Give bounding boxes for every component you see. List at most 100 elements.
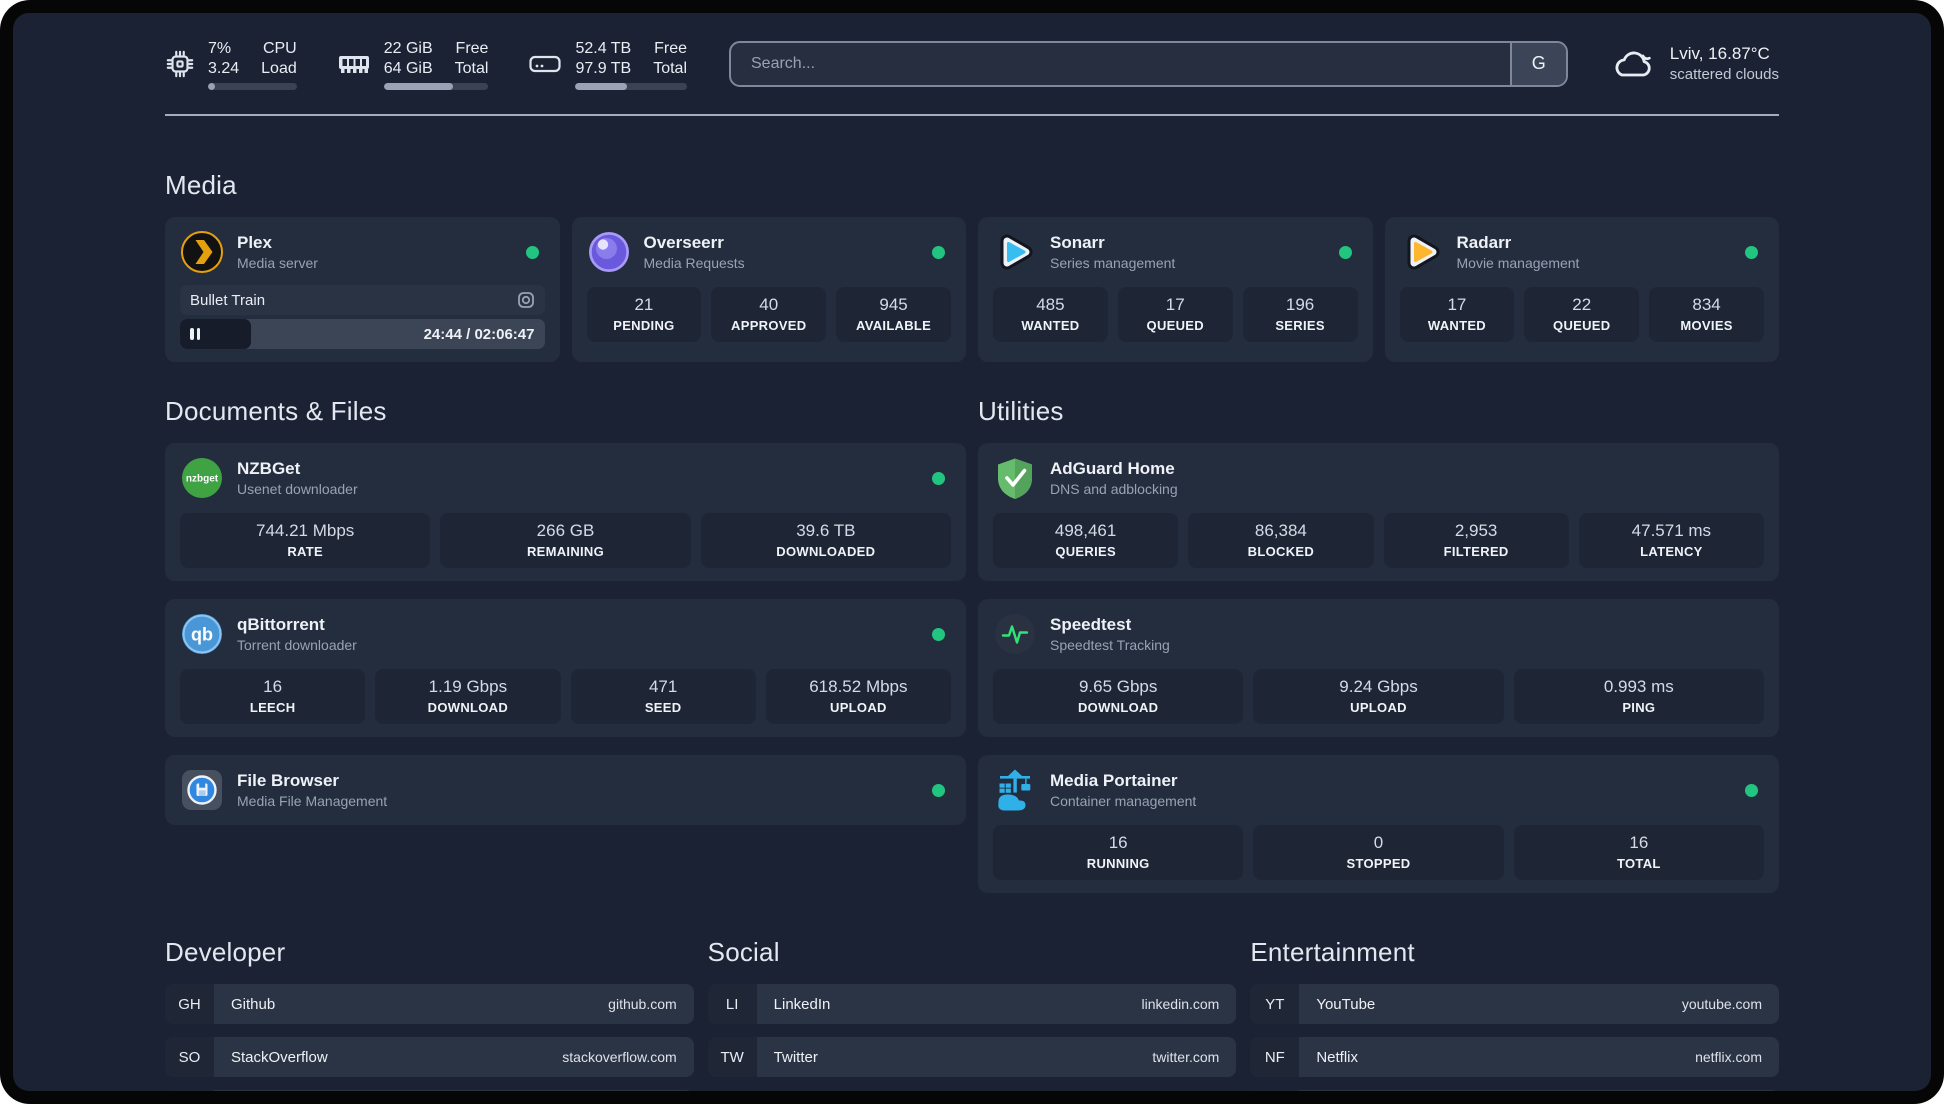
memory-label-bottom: Total xyxy=(454,60,489,77)
app-desc: Container management xyxy=(1050,793,1197,809)
disk-label-top: Free xyxy=(654,40,687,57)
link-stackoverflow[interactable]: SO StackOverflow stackoverflow.com xyxy=(165,1037,694,1077)
social-section: Social LI LinkedIn linkedin.com TW Twitt… xyxy=(707,937,1237,1091)
stat-label: BLOCKED xyxy=(1247,544,1315,559)
utilities-column: Utilities AdGuard Home DNS and adblockin… xyxy=(978,396,1779,893)
stat-value: 22 xyxy=(1572,295,1592,314)
stat-value: 485 xyxy=(1036,295,1065,314)
cpu-load-value: 3.24 xyxy=(208,60,240,77)
app-desc: DNS and adblocking xyxy=(1050,481,1178,497)
status-dot xyxy=(932,245,945,259)
cpu-percent: 7% xyxy=(208,40,232,57)
stat-tile: 47.571 ms LATENCY xyxy=(1578,513,1764,568)
stat-tile: 16 RUNNING xyxy=(993,825,1244,880)
window-frame: 7% 3.24 CPU Load 22 GiB 64 GiB Free Tota… xyxy=(0,0,1944,1104)
app-card-sonarr[interactable]: Sonarr Series management 485 WANTED 17 Q… xyxy=(978,217,1373,362)
app-desc: Speedtest Tracking xyxy=(1050,637,1170,653)
svg-text:qb: qb xyxy=(191,625,213,645)
stat-label: UPLOAD xyxy=(830,700,887,715)
cpu-stat: 7% 3.24 CPU Load xyxy=(165,37,297,90)
stat-label: TOTAL xyxy=(1617,856,1661,871)
link-netflix[interactable]: NF Netflix netflix.com xyxy=(1250,1037,1779,1077)
link-url: netflix.com xyxy=(1695,1049,1762,1065)
search-engine-button[interactable]: G xyxy=(1509,42,1566,85)
stat-value: 744.21 Mbps xyxy=(256,521,355,540)
memory-stat: 22 GiB 64 GiB Free Total xyxy=(337,37,489,90)
stat-label: QUEUED xyxy=(1553,318,1611,333)
playback-progressbar[interactable]: 24:44 / 02:06:47 xyxy=(180,319,545,349)
disk-stat: 52.4 TB 97.9 TB Free Total xyxy=(528,37,687,90)
nzbget-icon: nzbget xyxy=(180,456,224,500)
app-card-portainer[interactable]: Media Portainer Container management 16 … xyxy=(978,755,1779,893)
stat-value: 16 xyxy=(1629,833,1649,852)
stat-label: RATE xyxy=(287,544,323,559)
stat-tile: 945 AVAILABLE xyxy=(836,287,951,342)
stat-tile: 266 GB REMAINING xyxy=(440,513,691,568)
stat-tile: 9.24 Gbps UPLOAD xyxy=(1253,669,1504,724)
stat-value: 1.19 Gbps xyxy=(428,677,508,696)
stat-value: 945 xyxy=(879,295,908,314)
stat-value: 40 xyxy=(759,295,779,314)
app-desc: Usenet downloader xyxy=(237,481,358,497)
now-playing-title: Bullet Train xyxy=(190,291,266,309)
link-url: youtube.com xyxy=(1681,996,1762,1012)
link-dev[interactable]: DT DEV dev.to xyxy=(165,1090,694,1091)
stat-label: RUNNING xyxy=(1086,856,1150,871)
app-card-speedtest[interactable]: Speedtest Speedtest Tracking 9.65 Gbps D… xyxy=(978,599,1779,737)
stat-value: 0.993 ms xyxy=(1603,677,1674,696)
stat-label: SEED xyxy=(644,700,682,715)
link-abbr: NF xyxy=(1250,1037,1300,1077)
disk-progressbar xyxy=(575,83,687,90)
plex-now-playing: Bullet Train 24:44 / 02:06:47 xyxy=(180,285,545,349)
stat-label: QUEUED xyxy=(1146,318,1204,333)
link-reddit[interactable]: RE Reddit reddit.com xyxy=(1250,1090,1779,1091)
search-bar[interactable]: G xyxy=(729,40,1568,87)
memory-progressbar xyxy=(383,83,489,90)
stat-tile: 86,384 BLOCKED xyxy=(1188,513,1374,568)
stat-value: 471 xyxy=(648,677,678,696)
pause-icon[interactable] xyxy=(190,328,200,340)
stat-label: UPLOAD xyxy=(1350,700,1407,715)
app-card-qbittorrent[interactable]: qb qBittorrent Torrent downloader 16 LEE… xyxy=(165,599,966,737)
entertainment-section: Entertainment YT YouTube youtube.com NF … xyxy=(1250,937,1779,1091)
search-input[interactable] xyxy=(731,42,1510,85)
cpu-icon xyxy=(166,50,194,77)
svg-text:nzbget: nzbget xyxy=(186,474,219,485)
now-playing-title-row: Bullet Train xyxy=(180,285,545,315)
section-title-documents: Documents & Files xyxy=(165,396,387,426)
stat-value: 834 xyxy=(1692,295,1721,314)
stat-label: LEECH xyxy=(249,700,296,715)
link-twitter[interactable]: TW Twitter twitter.com xyxy=(707,1037,1237,1077)
weather-location: Lviv, 16.87°C xyxy=(1669,44,1770,63)
stat-label: FILTERED xyxy=(1443,544,1509,559)
app-desc: Movie management xyxy=(1456,255,1580,271)
link-name: YouTube xyxy=(1316,995,1376,1013)
app-card-plex[interactable]: Plex Media server Bullet Train 24:44 / 0… xyxy=(165,217,560,362)
stat-tile: 40 APPROVED xyxy=(711,287,827,342)
session-camera-icon[interactable] xyxy=(517,291,535,309)
stat-label: DOWNLOAD xyxy=(427,700,509,715)
app-card-adguard[interactable]: AdGuard Home DNS and adblocking 498,461 … xyxy=(978,443,1779,581)
stat-label: STOPPED xyxy=(1346,856,1411,871)
topbar: 7% 3.24 CPU Load 22 GiB 64 GiB Free Tota… xyxy=(165,37,1779,90)
cpu-stat-body: 7% 3.24 CPU Load xyxy=(208,37,297,90)
sonarr-icon xyxy=(993,230,1037,274)
stat-tile: 9.65 Gbps DOWNLOAD xyxy=(993,669,1244,724)
app-card-radarr[interactable]: Radarr Movie management 17 WANTED 22 QUE… xyxy=(1384,217,1779,362)
link-youtube[interactable]: YT YouTube youtube.com xyxy=(1250,984,1779,1024)
stat-tile: 22 QUEUED xyxy=(1524,287,1640,342)
stat-label: APPROVED xyxy=(731,318,807,333)
link-linkedin[interactable]: LI LinkedIn linkedin.com xyxy=(707,984,1237,1024)
app-card-filebrowser[interactable]: File Browser Media File Management xyxy=(165,755,966,825)
memory-total-value: 64 GiB xyxy=(383,60,433,77)
stat-tile: 21 PENDING xyxy=(586,287,702,342)
stat-value: 47.571 ms xyxy=(1631,521,1712,540)
stat-value: 21 xyxy=(634,295,654,314)
status-dot xyxy=(1338,245,1352,259)
stat-value: 17 xyxy=(1165,295,1185,314)
weather-widget[interactable]: Lviv, 16.87°C scattered clouds xyxy=(1610,44,1779,83)
app-card-nzbget[interactable]: nzbget NZBGet Usenet downloader 744.21 M… xyxy=(165,443,966,581)
app-card-overseerr[interactable]: Overseerr Media Requests 21 PENDING 40 A… xyxy=(571,217,966,362)
app-desc: Torrent downloader xyxy=(237,637,357,653)
link-github[interactable]: GH Github github.com xyxy=(165,984,694,1024)
